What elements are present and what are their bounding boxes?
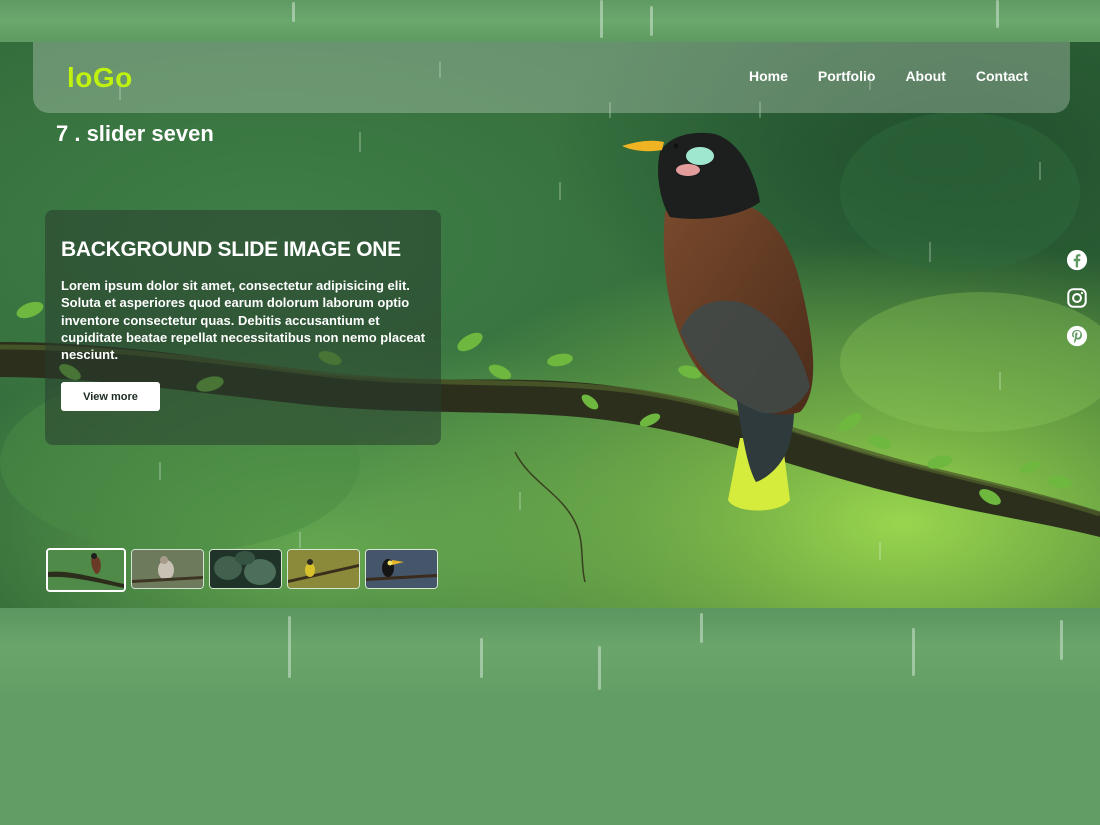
rain-streak (598, 646, 601, 690)
slide-thumbnails (46, 548, 438, 592)
navbar: loGo Home Portfolio About Contact (33, 42, 1070, 113)
nav-about-link[interactable]: About (905, 68, 945, 84)
slide-description: Lorem ipsum dolor sit amet, consectetur … (61, 278, 426, 363)
slider-label: 7 . slider seven (56, 121, 214, 146)
logo[interactable]: loGo (67, 62, 133, 94)
nav-home-link[interactable]: Home (749, 68, 788, 84)
thumbnail-2[interactable] (131, 549, 204, 589)
facebook-icon[interactable] (1066, 249, 1088, 271)
thumbnail-5[interactable] (365, 549, 438, 589)
thumbnail-4[interactable] (287, 549, 360, 589)
pinterest-icon[interactable] (1066, 325, 1088, 347)
rain-band-top (0, 0, 1100, 42)
rain-streak (1060, 620, 1063, 660)
rain-streak (480, 638, 483, 678)
rain-streak (292, 2, 295, 22)
rain-streak (700, 613, 703, 643)
view-more-button[interactable]: View more (61, 382, 160, 411)
rain-streak (912, 628, 915, 676)
nav-contact-link[interactable]: Contact (976, 68, 1028, 84)
rain-band-bottom (0, 608, 1100, 691)
rain-streak (288, 616, 291, 678)
rain-streak (600, 0, 603, 38)
slide-heading: BACKGROUND SLIDE IMAGE ONE (61, 238, 401, 261)
instagram-icon[interactable] (1066, 287, 1088, 309)
thumbnail-1[interactable] (46, 548, 126, 592)
slide-content-card: BACKGROUND SLIDE IMAGE ONE Lorem ipsum d… (45, 210, 441, 445)
nav-portfolio-link[interactable]: Portfolio (818, 68, 876, 84)
nav-links: Home Portfolio About Contact (749, 68, 1028, 84)
rain-streak (650, 6, 653, 36)
thumbnail-3[interactable] (209, 549, 282, 589)
rain-streak (996, 0, 999, 28)
